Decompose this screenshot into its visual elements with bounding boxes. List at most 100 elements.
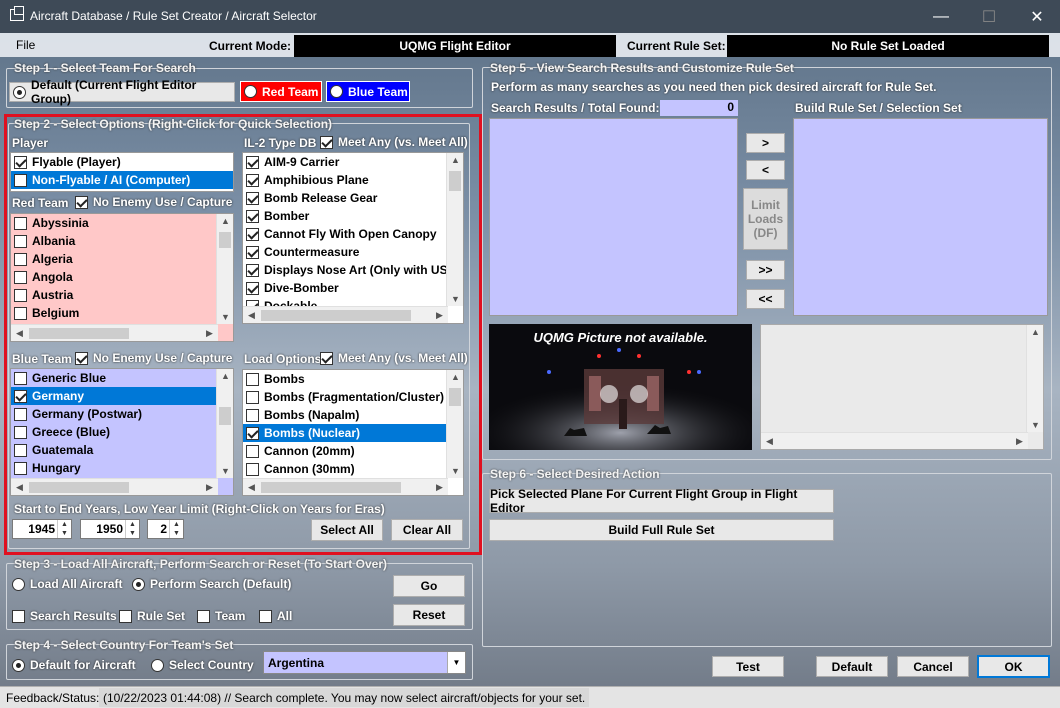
- search-results-list[interactable]: [489, 118, 738, 316]
- scrollbar[interactable]: ▲ ▼: [1026, 325, 1043, 432]
- limit-loads-button[interactable]: Limit Loads (DF): [743, 188, 788, 250]
- rule-set-checkbox[interactable]: Rule Set: [119, 609, 185, 623]
- checkbox[interactable]: [246, 209, 259, 223]
- clear-all-button[interactable]: Clear All: [391, 519, 463, 541]
- team-checkbox[interactable]: Team: [197, 609, 245, 623]
- list-item[interactable]: Germany: [11, 387, 233, 405]
- checkbox[interactable]: [14, 155, 27, 169]
- checkbox[interactable]: [14, 173, 27, 187]
- list-item[interactable]: Dive-Bomber: [243, 279, 463, 297]
- checkbox[interactable]: [320, 135, 333, 149]
- remove-selected-button[interactable]: <: [746, 160, 785, 180]
- list-item[interactable]: Austria: [11, 286, 233, 304]
- list-item[interactable]: Abyssinia: [11, 214, 233, 232]
- checkbox[interactable]: [14, 425, 27, 439]
- list-item[interactable]: Belgium: [11, 304, 233, 322]
- team-default-radio[interactable]: Default (Current Flight Editor Group): [9, 78, 235, 106]
- build-full-rule-set-button[interactable]: Build Full Rule Set: [489, 519, 834, 541]
- checkbox[interactable]: [14, 371, 27, 385]
- scrollbar[interactable]: ◀ ▶: [243, 478, 448, 495]
- chevron-down-icon[interactable]: ▼: [447, 652, 465, 673]
- checkbox[interactable]: [259, 609, 272, 623]
- checkbox[interactable]: [14, 306, 27, 320]
- il2-type-list[interactable]: AIM-9 Carrier Amphibious Plane Bomb Releas…: [242, 152, 464, 324]
- list-item[interactable]: Cannon (20mm): [243, 442, 463, 460]
- scrollbar[interactable]: ◀ ▶: [243, 306, 448, 323]
- add-selected-button[interactable]: >: [746, 133, 785, 153]
- red-noenemy-checkbox[interactable]: No Enemy Use / Capture: [75, 195, 232, 209]
- ok-button[interactable]: OK: [977, 655, 1050, 678]
- load-all-radio[interactable]: Load All Aircraft: [12, 577, 122, 591]
- list-item[interactable]: Bombs (Napalm): [243, 406, 463, 424]
- checkbox[interactable]: [75, 195, 88, 209]
- close-button[interactable]: ✕: [1014, 0, 1060, 33]
- checkbox[interactable]: [75, 351, 88, 365]
- list-item[interactable]: Flyable (Player): [11, 153, 233, 171]
- list-item[interactable]: Non-Flyable / AI (Computer): [11, 171, 233, 189]
- checkbox[interactable]: [246, 462, 259, 476]
- checkbox[interactable]: [119, 609, 132, 623]
- checkbox[interactable]: [246, 227, 259, 241]
- player-list[interactable]: Flyable (Player) Non-Flyable / AI (Compu…: [10, 152, 234, 192]
- list-item[interactable]: Bombs (Nuclear): [243, 424, 463, 442]
- list-item[interactable]: Cannot Fly With Open Canopy: [243, 225, 463, 243]
- list-item[interactable]: Bombs (Fragmentation/Cluster): [243, 388, 463, 406]
- start-year-spinner[interactable]: 1945 ▲ ▼: [12, 519, 72, 539]
- default-button[interactable]: Default: [816, 656, 888, 677]
- rule-set-list[interactable]: [793, 118, 1048, 316]
- go-button[interactable]: Go: [393, 575, 465, 597]
- list-item[interactable]: Greece (Blue): [11, 423, 233, 441]
- all-checkbox[interactable]: All: [259, 609, 292, 623]
- test-button[interactable]: Test: [712, 656, 784, 677]
- select-country-radio[interactable]: Select Country: [151, 658, 254, 672]
- checkbox[interactable]: [246, 408, 259, 422]
- checkbox[interactable]: [197, 609, 210, 623]
- scrollbar[interactable]: ◀ ▶: [761, 432, 1028, 449]
- team-red-radio[interactable]: Red Team: [240, 81, 322, 102]
- checkbox[interactable]: [246, 444, 259, 458]
- checkbox[interactable]: [246, 263, 259, 277]
- scrollbar[interactable]: ▲ ▼: [446, 370, 463, 478]
- list-item[interactable]: Generic Blue: [11, 369, 233, 387]
- checkbox[interactable]: [14, 270, 27, 284]
- list-item[interactable]: Angola: [11, 268, 233, 286]
- list-item[interactable]: Bomb Release Gear: [243, 189, 463, 207]
- checkbox[interactable]: [14, 407, 27, 421]
- scrollbar[interactable]: ▲ ▼: [216, 369, 233, 478]
- spinner-arrows-icon[interactable]: ▲ ▼: [57, 520, 71, 538]
- list-item[interactable]: Amphibious Plane: [243, 171, 463, 189]
- low-year-limit-spinner[interactable]: 2 ▲ ▼: [147, 519, 184, 539]
- country-default-radio[interactable]: Default for Aircraft: [12, 658, 136, 672]
- menu-file[interactable]: File: [16, 38, 35, 52]
- list-item[interactable]: Countermeasure: [243, 243, 463, 261]
- maximize-button[interactable]: ☐: [966, 0, 1012, 33]
- list-item[interactable]: Algeria: [11, 250, 233, 268]
- list-item[interactable]: Displays Nose Art (Only with USA: [243, 261, 463, 279]
- add-all-button[interactable]: >>: [746, 260, 785, 280]
- search-results-checkbox[interactable]: Search Results: [12, 609, 117, 623]
- checkbox[interactable]: [246, 155, 259, 169]
- checkbox[interactable]: [14, 252, 27, 266]
- minimize-button[interactable]: —: [918, 0, 964, 33]
- il2-meet-any-checkbox[interactable]: Meet Any (vs. Meet All): [320, 135, 468, 149]
- list-item[interactable]: Hungary: [11, 459, 233, 477]
- pick-plane-button[interactable]: Pick Selected Plane For Current Flight G…: [489, 487, 834, 515]
- blue-noenemy-checkbox[interactable]: No Enemy Use / Capture: [75, 351, 232, 365]
- cancel-button[interactable]: Cancel: [897, 656, 969, 677]
- end-year-spinner[interactable]: 1950 ▲ ▼: [80, 519, 140, 539]
- checkbox[interactable]: [12, 609, 25, 623]
- checkbox[interactable]: [14, 443, 27, 457]
- spinner-arrows-icon[interactable]: ▲ ▼: [125, 520, 139, 538]
- checkbox[interactable]: [246, 245, 259, 259]
- list-item[interactable]: Albania: [11, 232, 233, 250]
- list-item[interactable]: Bombs: [243, 370, 463, 388]
- spinner-arrows-icon[interactable]: ▲ ▼: [169, 520, 183, 538]
- list-item[interactable]: Guatemala: [11, 441, 233, 459]
- list-item[interactable]: Germany (Postwar): [11, 405, 233, 423]
- red-team-list[interactable]: Abyssinia Albania Algeria Angola Austria Belg…: [10, 213, 234, 342]
- checkbox[interactable]: [320, 351, 333, 365]
- load-options-list[interactable]: Bombs Bombs (Fragmentation/Cluster) Bombs …: [242, 369, 464, 496]
- list-item[interactable]: AIM-9 Carrier: [243, 153, 463, 171]
- blue-team-list[interactable]: Generic Blue Germany Germany (Postwar) Gree…: [10, 368, 234, 496]
- aircraft-info-box[interactable]: ▲ ▼ ◀ ▶: [760, 324, 1044, 450]
